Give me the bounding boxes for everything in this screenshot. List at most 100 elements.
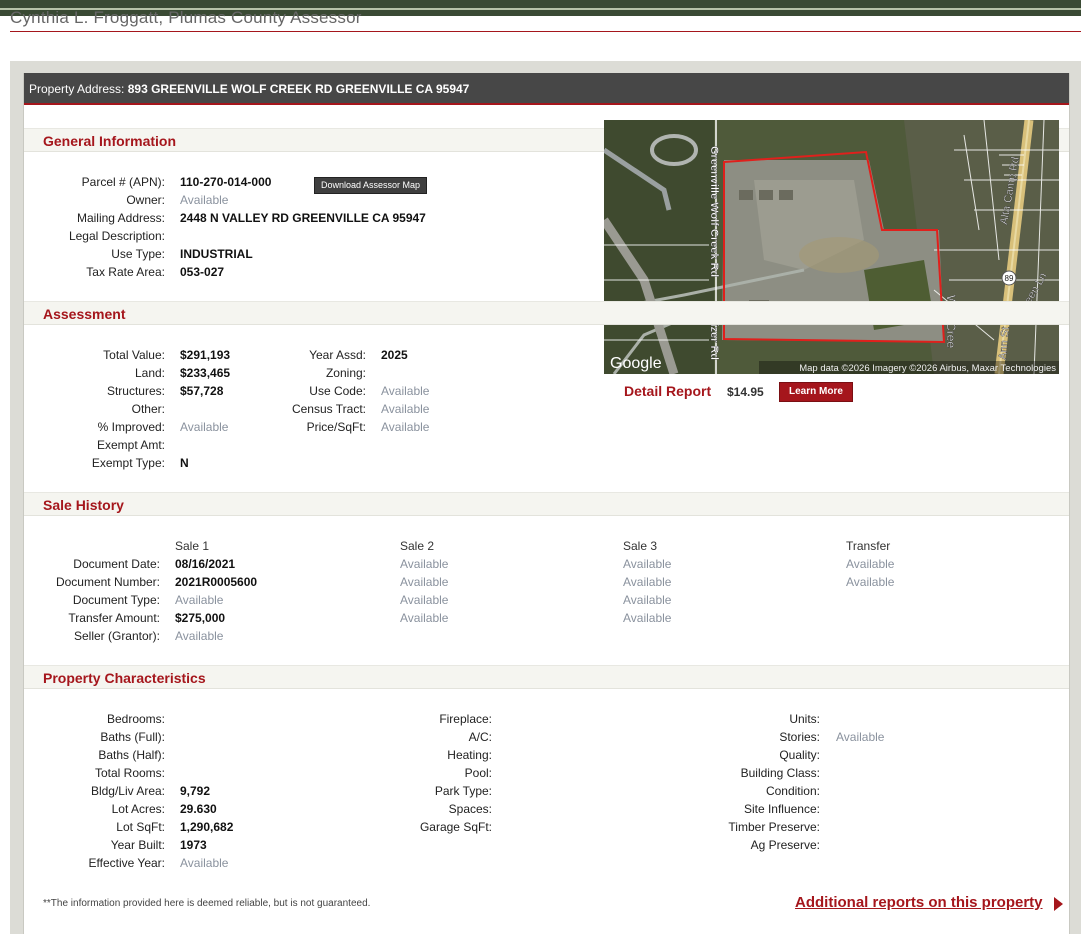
apn-label: Parcel # (APN): xyxy=(81,175,165,189)
site-title: Cynthia L. Froggatt, Plumas County Asses… xyxy=(10,8,362,27)
transfer-amount-label: Transfer Amount: xyxy=(68,611,160,625)
census-tract-label: Census Tract: xyxy=(291,402,366,416)
property-address-value: 893 GREENVILLE WOLF CREEK RD GREENVILLE … xyxy=(127,82,470,96)
total-value-label: Total Value: xyxy=(103,348,165,362)
use-code-value[interactable]: Available xyxy=(381,384,429,398)
timber-preserve-label: Timber Preserve: xyxy=(728,820,820,834)
sale-3-document-type[interactable]: Available xyxy=(623,593,671,607)
apn-value: 110-270-014-000 xyxy=(180,175,272,189)
year-built-value: 1973 xyxy=(180,838,207,852)
use-type-label: Use Type: xyxy=(111,247,165,261)
condition-label: Condition: xyxy=(765,784,820,798)
total-rooms-label: Total Rooms: xyxy=(94,766,165,780)
lot-sqft-label: Lot SqFt: xyxy=(116,820,165,834)
transfer-column-header: Transfer xyxy=(846,539,891,553)
land-label: Land: xyxy=(134,366,165,380)
price-sqft-value[interactable]: Available xyxy=(381,420,429,434)
document-type-label: Document Type: xyxy=(72,593,160,607)
spaces-label: Spaces: xyxy=(448,802,492,816)
transfer-document-date[interactable]: Available xyxy=(846,557,894,571)
census-tract-value[interactable]: Available xyxy=(381,402,429,416)
structures-label: Structures: xyxy=(106,384,165,398)
exempt-amt-label: Exempt Amt: xyxy=(96,438,165,452)
garage-sqft-label: Garage SqFt: xyxy=(419,820,492,834)
lot-acres-label: Lot Acres: xyxy=(111,802,165,816)
lot-acres-value: 29.630 xyxy=(180,802,217,816)
sale-2-document-date[interactable]: Available xyxy=(400,557,448,571)
bldg-liv-area-value: 9,792 xyxy=(180,784,211,798)
tax-rate-area-label: Tax Rate Area: xyxy=(86,265,165,279)
percent-improved-value[interactable]: Available xyxy=(180,420,228,434)
effective-year-label: Effective Year: xyxy=(88,856,166,870)
pool-label: Pool: xyxy=(464,766,492,780)
sale-2-document-number[interactable]: Available xyxy=(400,575,448,589)
structures-value: $57,728 xyxy=(180,384,224,398)
document-date-label: Document Date: xyxy=(73,557,160,571)
disclaimer-text: **The information provided here is deeme… xyxy=(43,898,371,909)
highway-shield-89: 89 xyxy=(1005,274,1014,283)
sale-history-heading: Sale History xyxy=(24,492,1069,516)
property-address-label: Property Address: xyxy=(29,82,125,96)
parcel-map-imagery: 89 Greenville Wolf Creek Rd Seizer Rd Wo… xyxy=(604,120,1059,374)
owner-value[interactable]: Available xyxy=(180,193,228,207)
sale-1-seller[interactable]: Available xyxy=(175,629,223,643)
year-assd-value: 2025 xyxy=(381,348,408,362)
seller-grantor-label: Seller (Grantor): xyxy=(73,629,160,643)
building-class-label: Building Class: xyxy=(740,766,820,780)
property-characteristics-heading: Property Characteristics xyxy=(24,665,1069,689)
heating-label: Heating: xyxy=(447,748,492,762)
tax-rate-area-value: 053-027 xyxy=(180,265,225,279)
arrow-right-icon[interactable] xyxy=(1054,897,1063,911)
download-assessor-map-button[interactable]: Download Assessor Map xyxy=(314,177,428,194)
year-assd-label: Year Assd: xyxy=(309,348,366,362)
use-type-value: INDUSTRIAL xyxy=(180,247,253,261)
content-frame: Property Address: 893 GREENVILLE WOLF CR… xyxy=(10,61,1081,934)
stories-label: Stories: xyxy=(779,730,820,744)
bedrooms-label: Bedrooms: xyxy=(106,712,165,726)
additional-reports-link[interactable]: Additional reports on this property xyxy=(795,894,1043,911)
parcel-map[interactable]: 89 Greenville Wolf Creek Rd Seizer Rd Wo… xyxy=(604,120,1059,374)
mailing-address-value: 2448 N VALLEY RD GREENVILLE CA 95947 xyxy=(180,211,426,225)
park-type-label: Park Type: xyxy=(434,784,492,798)
map-label-greenville-wolf-creek-rd: Greenville Wolf Creek Rd xyxy=(708,146,720,277)
sale-1-column-header: Sale 1 xyxy=(175,539,210,553)
zoning-label: Zoning: xyxy=(325,366,366,380)
percent-improved-label: % Improved: xyxy=(97,420,165,434)
land-value: $233,465 xyxy=(180,366,231,380)
map-attribution: Map data ©2026 Imagery ©2026 Airbus, Max… xyxy=(799,363,1056,374)
detail-report-title: Detail Report xyxy=(624,383,712,399)
exempt-type-value: N xyxy=(180,456,189,470)
assessment-heading: Assessment xyxy=(24,301,1069,325)
other-label: Other: xyxy=(131,402,165,416)
sale-2-transfer-amount[interactable]: Available xyxy=(400,611,448,625)
quality-label: Quality: xyxy=(779,748,820,762)
baths-full-label: Baths (Full): xyxy=(100,730,165,744)
total-value: $291,193 xyxy=(180,348,231,362)
legal-description-label: Legal Description: xyxy=(68,229,165,243)
owner-label: Owner: xyxy=(126,193,165,207)
sale-3-document-date[interactable]: Available xyxy=(623,557,671,571)
year-built-label: Year Built: xyxy=(110,838,165,852)
property-panel: Property Address: 893 GREENVILLE WOLF CR… xyxy=(23,73,1070,934)
sale-3-document-number[interactable]: Available xyxy=(623,575,671,589)
document-number-label: Document Number: xyxy=(55,575,160,589)
lot-sqft-value: 1,290,682 xyxy=(180,820,234,834)
effective-year-value[interactable]: Available xyxy=(180,856,228,870)
sale-3-transfer-amount[interactable]: Available xyxy=(623,611,671,625)
transfer-document-number[interactable]: Available xyxy=(846,575,894,589)
ac-label: A/C: xyxy=(468,730,492,744)
bldg-liv-area-label: Bldg/Liv Area: xyxy=(90,784,165,798)
stories-value[interactable]: Available xyxy=(836,730,884,744)
sale-1-document-type[interactable]: Available xyxy=(175,593,223,607)
baths-half-label: Baths (Half): xyxy=(98,748,165,762)
google-logo: Google xyxy=(610,355,662,372)
sale-1-document-date: 08/16/2021 xyxy=(175,557,236,571)
sale-2-column-header: Sale 2 xyxy=(400,539,435,553)
sale-2-document-type[interactable]: Available xyxy=(400,593,448,607)
site-influence-label: Site Influence: xyxy=(743,802,820,816)
sale-3-column-header: Sale 3 xyxy=(623,539,658,553)
use-code-label: Use Code: xyxy=(309,384,366,398)
learn-more-button[interactable]: Learn More xyxy=(779,382,853,402)
price-sqft-label: Price/SqFt: xyxy=(306,420,366,434)
units-label: Units: xyxy=(789,712,820,726)
